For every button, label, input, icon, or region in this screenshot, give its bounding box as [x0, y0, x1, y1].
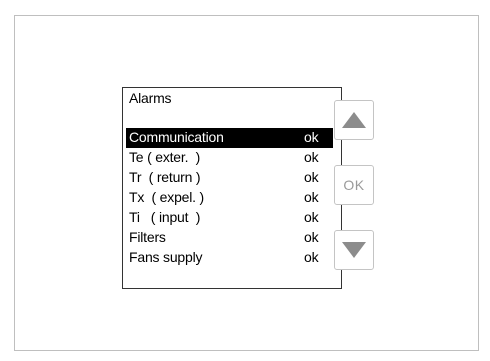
alarm-row-fans-supply[interactable]: Fans supply ok [126, 248, 333, 268]
alarm-list: Communication ok Te ( exter. ) ok Tr ( r… [126, 128, 333, 268]
alarm-name: Communication [129, 129, 224, 145]
alarm-row-communication[interactable]: Communication ok [126, 128, 333, 148]
alarm-status: ok [304, 229, 319, 245]
triangle-down-icon [342, 242, 366, 258]
screen-title: Alarms [129, 90, 172, 106]
alarm-row-filters[interactable]: Filters ok [126, 228, 333, 248]
alarm-name: Fans supply [129, 249, 203, 265]
alarm-name: Filters [129, 229, 166, 245]
alarm-status: ok [304, 149, 319, 165]
alarm-status: ok [304, 209, 319, 225]
down-button[interactable] [334, 230, 374, 270]
alarm-name: Ti ( input ) [129, 209, 201, 225]
alarm-name: Tr ( return ) [129, 169, 201, 185]
alarm-status: ok [304, 189, 319, 205]
alarm-status: ok [304, 249, 319, 265]
alarm-status: ok [304, 129, 319, 145]
alarm-status: ok [304, 169, 319, 185]
alarm-name: Tx ( expel. ) [129, 189, 204, 205]
alarm-row-ti-input[interactable]: Ti ( input ) ok [126, 208, 333, 228]
alarm-name: Te ( exter. ) [129, 149, 201, 165]
alarm-row-tr-return[interactable]: Tr ( return ) ok [126, 168, 333, 188]
alarm-row-te-exter[interactable]: Te ( exter. ) ok [126, 148, 333, 168]
ok-button[interactable]: OK [334, 165, 374, 205]
triangle-up-icon [342, 112, 366, 128]
alarms-screen: Alarms Communication ok Te ( exter. ) ok… [122, 87, 342, 289]
alarm-row-tx-expel[interactable]: Tx ( expel. ) ok [126, 188, 333, 208]
ok-button-label: OK [343, 177, 365, 193]
up-button[interactable] [334, 100, 374, 140]
